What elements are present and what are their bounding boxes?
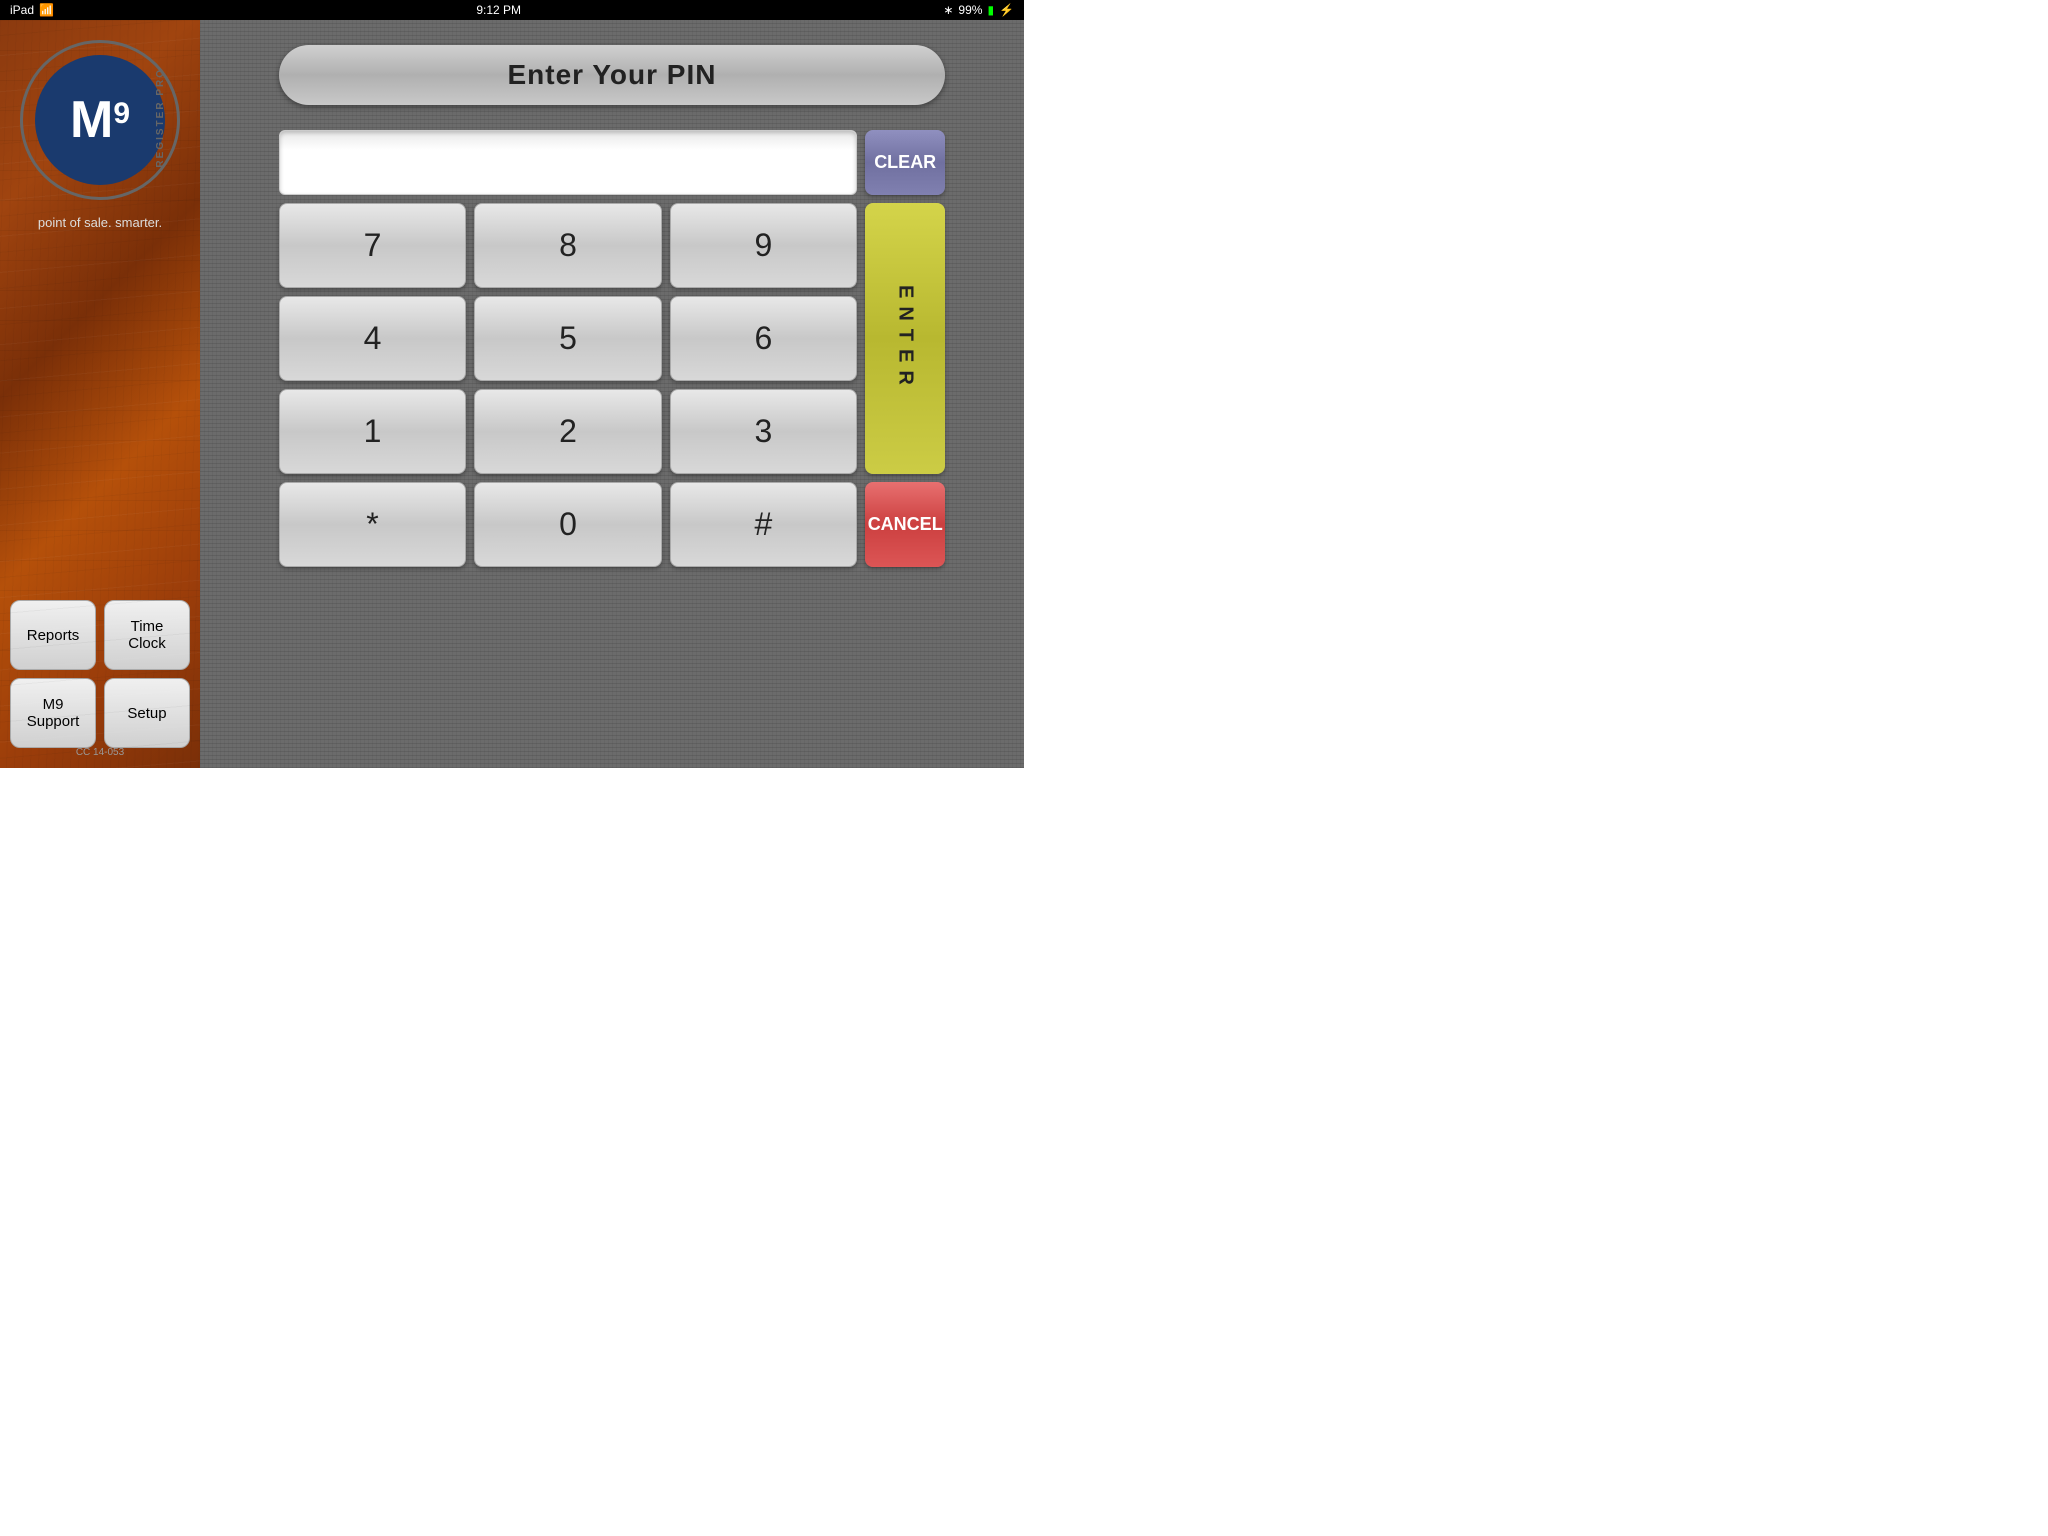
pin-panel: Enter Your PIN CLEAR 7 8 9 ENTER 4 5 6 1…: [200, 20, 1024, 768]
key-star[interactable]: *: [279, 482, 466, 567]
copyright-text: CC 14-053: [76, 747, 124, 758]
key-8[interactable]: 8: [474, 203, 661, 288]
battery-percent: 99%: [958, 3, 982, 17]
key-5[interactable]: 5: [474, 296, 661, 381]
key-1[interactable]: 1: [279, 389, 466, 474]
key-hash[interactable]: #: [670, 482, 857, 567]
enter-label: ENTER: [894, 285, 917, 393]
logo-container: M 9 REGISTER PRO: [20, 40, 180, 200]
status-bar: iPad 📶 9:12 PM ∗ 99% ▮ ⚡: [0, 0, 1024, 20]
key-3[interactable]: 3: [670, 389, 857, 474]
bluetooth-icon: ∗: [943, 3, 953, 17]
pin-input-display: [279, 130, 857, 195]
logo-m: M: [70, 94, 113, 146]
charging-icon: ⚡: [999, 3, 1014, 17]
key-0[interactable]: 0: [474, 482, 661, 567]
setup-button[interactable]: Setup: [104, 678, 190, 748]
logo-9: 9: [113, 99, 130, 129]
time-display: 9:12 PM: [476, 3, 521, 17]
key-4[interactable]: 4: [279, 296, 466, 381]
logo-text: M 9: [70, 94, 130, 146]
reports-button[interactable]: Reports: [10, 600, 96, 670]
sidebar: M 9 REGISTER PRO point of sale. smarter.…: [0, 20, 200, 768]
pin-header: Enter Your PIN: [279, 45, 945, 105]
pin-header-text: Enter Your PIN: [507, 59, 716, 90]
key-7[interactable]: 7: [279, 203, 466, 288]
key-6[interactable]: 6: [670, 296, 857, 381]
key-2[interactable]: 2: [474, 389, 661, 474]
m9-support-button[interactable]: M9 Support: [10, 678, 96, 748]
tagline: point of sale. smarter.: [38, 215, 162, 230]
ipad-label: iPad: [10, 3, 34, 17]
keypad-container: CLEAR 7 8 9 ENTER 4 5 6 1 2 3 * 0 # CANC…: [279, 130, 945, 567]
cancel-button[interactable]: CANCEL: [865, 482, 945, 567]
register-pro-arc: REGISTER PRO: [135, 48, 185, 188]
main-content: M 9 REGISTER PRO point of sale. smarter.…: [0, 20, 1024, 768]
key-9[interactable]: 9: [670, 203, 857, 288]
battery-icon: ▮: [987, 3, 994, 17]
enter-button[interactable]: ENTER: [865, 203, 945, 474]
clear-button[interactable]: CLEAR: [865, 130, 945, 195]
wifi-icon: 📶: [39, 3, 54, 17]
time-clock-button[interactable]: Time Clock: [104, 600, 190, 670]
sidebar-buttons: Reports Time Clock M9 Support Setup: [10, 600, 190, 748]
